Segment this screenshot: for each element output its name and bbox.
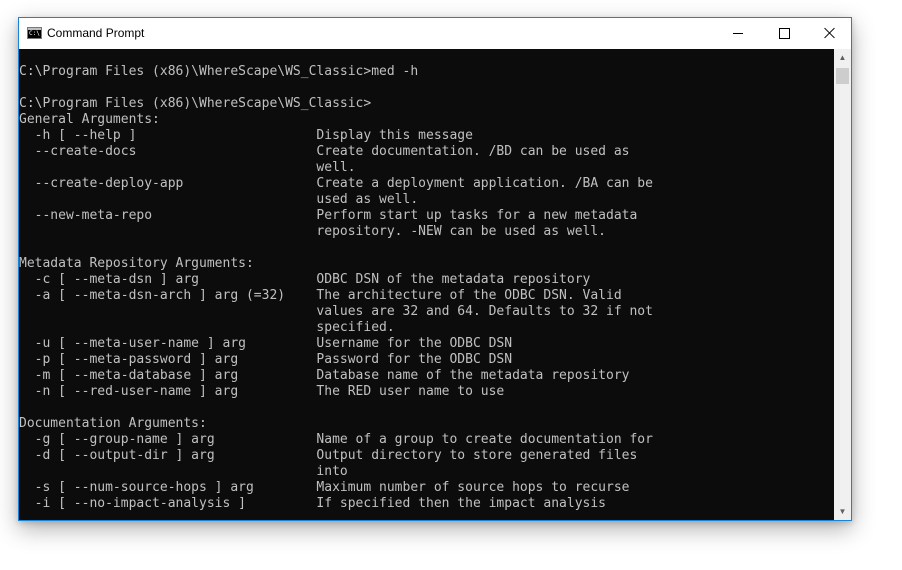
console-line: C:\Program Files (x86)\WhereScape\WS_Cla… [19,64,419,79]
console-line: -n [ --red-user-name ] arg The RED user … [19,384,505,399]
console-line: -g [ --group-name ] arg Name of a group … [19,432,653,447]
console-line: repository. -NEW can be used as well. [19,224,606,239]
console-line: -h [ --help ] Display this message [19,128,473,143]
minimize-button[interactable] [715,18,761,48]
console-line: --create-docs Create documentation. /BD … [19,144,630,159]
console-line: Metadata Repository Arguments: [19,256,254,271]
close-icon [824,27,836,39]
console-line: values are 32 and 64. Defaults to 32 if … [19,304,653,319]
console-line: -a [ --meta-dsn-arch ] arg (=32) The arc… [19,288,622,303]
vertical-scrollbar[interactable]: ▲ ▼ [834,49,851,520]
console-line: specified. [19,320,395,335]
scroll-up-arrow-icon: ▲ [838,52,847,62]
console-line: well. [19,160,356,175]
console-line: -i [ --no-impact-analysis ] If specified… [19,496,606,511]
console-line: General Arguments: [19,112,160,127]
window-title: Command Prompt [47,26,145,40]
scroll-thumb[interactable] [836,68,849,84]
console-output[interactable]: C:\Program Files (x86)\WhereScape\WS_Cla… [19,49,834,520]
scroll-up-button[interactable]: ▲ [834,49,851,66]
console-line: --new-meta-repo Perform start up tasks f… [19,208,638,223]
console-line: -m [ --meta-database ] arg Database name… [19,368,630,383]
cmd-prompt-icon[interactable]: C:\ [27,27,42,39]
title-bar[interactable]: C:\ Command Prompt [19,18,851,49]
console-line: -d [ --output-dir ] arg Output directory… [19,448,638,463]
console-line: used as well. [19,192,419,207]
minimize-icon [733,32,743,34]
console-text: C:\Program Files (x86)\WhereScape\WS_Cla… [19,49,834,512]
scroll-down-arrow-icon: ▼ [838,506,847,516]
close-button[interactable] [807,18,853,48]
maximize-button[interactable] [761,18,807,48]
maximize-icon [778,27,790,39]
console-line: C:\Program Files (x86)\WhereScape\WS_Cla… [19,96,372,111]
cmd-icon-text: C:\ [29,30,40,37]
console-line: -c [ --meta-dsn ] arg ODBC DSN of the me… [19,272,591,287]
console-line: Documentation Arguments: [19,416,207,431]
command-prompt-window: C:\ Command Prompt C:\Program Files (x86… [18,17,852,521]
console-line: -u [ --meta-user-name ] arg Username for… [19,336,513,351]
console-line: --create-deploy-app Create a deployment … [19,176,653,191]
console-line: into [19,464,348,479]
console-line: -s [ --num-source-hops ] arg Maximum num… [19,480,630,495]
console-line: -p [ --meta-password ] arg Password for … [19,352,513,367]
scroll-down-button[interactable]: ▼ [834,503,851,520]
